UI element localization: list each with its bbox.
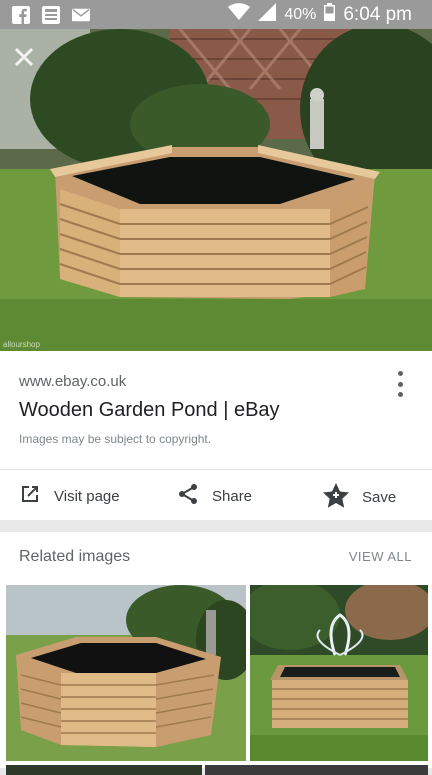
source-site[interactable]: www.ebay.co.uk: [19, 373, 126, 390]
mail-icon: [72, 6, 90, 24]
related-image-thumbnail[interactable]: [6, 585, 246, 761]
signal-icon: [258, 3, 277, 26]
related-image-thumbnail[interactable]: [6, 765, 202, 775]
image-result-card: www.ebay.co.uk Wooden Garden Pond | eBay…: [0, 351, 432, 520]
star-icon: [322, 482, 350, 512]
share-icon: [176, 482, 200, 510]
notification-app-icon: [42, 5, 60, 24]
close-icon[interactable]: [10, 43, 38, 71]
copyright-note: Images may be subject to copyright.: [19, 432, 212, 446]
battery-percent: 40%: [284, 5, 317, 23]
result-title[interactable]: Wooden Garden Pond | eBay: [19, 399, 280, 422]
hero-image: [0, 29, 432, 351]
related-images-title: Related images: [19, 548, 131, 565]
image-watermark: allourshop: [3, 340, 40, 349]
related-image-thumbnail[interactable]: [205, 765, 428, 775]
save-button[interactable]: Save: [322, 482, 396, 512]
action-bar: Visit page Share Save: [0, 470, 432, 520]
share-label: Share: [212, 487, 253, 505]
visit-page-button[interactable]: Visit page: [18, 482, 120, 510]
open-in-new-icon: [18, 482, 42, 510]
status-bar: 40% 6:04 pm: [0, 0, 432, 29]
wifi-icon: [228, 3, 251, 26]
battery-icon: [324, 3, 336, 26]
save-label: Save: [362, 488, 397, 506]
facebook-icon: [12, 5, 30, 24]
more-vert-icon[interactable]: [388, 371, 412, 397]
visit-page-label: Visit page: [54, 487, 120, 505]
related-images-section: Related images VIEW ALL: [0, 532, 432, 775]
view-all-link[interactable]: VIEW ALL: [349, 549, 412, 564]
clock: 6:04 pm: [343, 3, 412, 25]
share-button[interactable]: Share: [176, 482, 252, 510]
wooden-garden-pond-photo[interactable]: allourshop: [0, 29, 432, 351]
related-image-thumbnail[interactable]: [250, 585, 428, 761]
